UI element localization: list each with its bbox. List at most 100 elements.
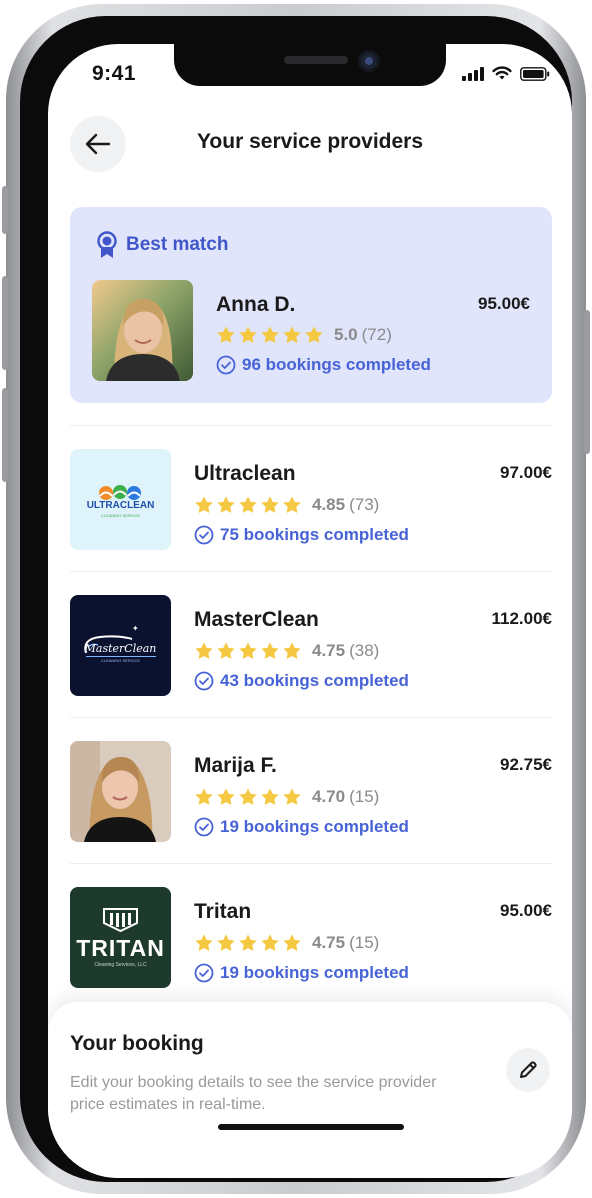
- provider-name: Tritan: [194, 900, 252, 923]
- star-icon: [305, 326, 323, 343]
- bookings-text: 96 bookings completed: [242, 355, 431, 374]
- rating-value: 4.75: [312, 641, 346, 660]
- best-match-card[interactable]: Best match Anna D. 95.00€ 5.0 (72) 96 bo…: [70, 207, 552, 403]
- phone-bezel: 9:41 Your service providers Best match A…: [20, 16, 572, 1182]
- best-match-label: Best match: [126, 234, 229, 255]
- provider-name: Ultraclean: [194, 462, 296, 485]
- provider-row-tritan[interactable]: TRITAN Cleaning Services, LLC Tritan 95.…: [70, 887, 552, 989]
- battery-icon: [520, 67, 550, 81]
- status-icons: [462, 66, 550, 81]
- star-icon: [239, 788, 257, 805]
- divider: [70, 717, 552, 718]
- front-camera: [358, 50, 380, 72]
- award-ribbon-icon: [97, 231, 117, 258]
- ultraclean-logo-subtext: CLEANING SERVICE: [100, 513, 141, 518]
- bookings-completed: 19 bookings completed: [194, 963, 409, 983]
- provider-name: Anna D.: [216, 293, 296, 316]
- check-circle-icon: [194, 963, 214, 983]
- check-circle-icon: [194, 671, 214, 691]
- pencil-icon: [520, 1061, 537, 1078]
- bookings-text: 43 bookings completed: [220, 671, 409, 690]
- star-icon: [261, 788, 279, 805]
- provider-rating: 5.0 (72): [216, 325, 392, 345]
- star-icon: [239, 642, 257, 659]
- check-circle-icon: [194, 525, 214, 545]
- status-time: 9:41: [92, 62, 137, 85]
- bookings-text: 19 bookings completed: [220, 817, 409, 836]
- bookings-completed: 19 bookings completed: [194, 817, 409, 837]
- star-icon: [217, 934, 235, 951]
- provider-price: 97.00€: [500, 463, 552, 482]
- tritan-logo-subtext: Cleaning Services, LLC: [94, 962, 147, 968]
- cellular-signal-icon: [462, 67, 484, 81]
- mute-switch: [2, 186, 8, 234]
- booking-sheet-title: Your booking: [70, 1032, 204, 1055]
- volume-down-button: [2, 388, 8, 482]
- volume-up-button: [2, 276, 8, 370]
- power-button: [584, 310, 590, 454]
- provider-rating: 4.75 (15): [194, 933, 379, 953]
- star-icon: [283, 326, 301, 343]
- screen: 9:41 Your service providers Best match A…: [48, 44, 572, 1178]
- bookings-completed: 43 bookings completed: [194, 671, 409, 691]
- check-circle-icon: [194, 817, 214, 837]
- bookings-completed: 75 bookings completed: [194, 525, 409, 545]
- star-icon: [283, 496, 301, 513]
- rating-count: (72): [361, 325, 392, 344]
- star-icon: [283, 934, 301, 951]
- divider: [70, 425, 552, 426]
- notch: [174, 44, 446, 86]
- star-icon: [195, 934, 213, 951]
- divider: [70, 571, 552, 572]
- check-circle-icon: [216, 355, 236, 375]
- rating-count: (73): [349, 495, 380, 514]
- star-icon: [261, 642, 279, 659]
- provider-rating: 4.70 (15): [194, 787, 379, 807]
- star-icon: [239, 496, 257, 513]
- star-icon: [217, 788, 235, 805]
- star-icon: [217, 496, 235, 513]
- bookings-text: 19 bookings completed: [220, 963, 409, 982]
- rating-count: (38): [349, 641, 380, 660]
- ultraclean-logo: ULTRACLEAN CLEANING SERVICE: [70, 449, 171, 550]
- provider-price: 112.00€: [491, 609, 552, 628]
- provider-row-marija[interactable]: Marija F. 92.75€ 4.70 (15) 19 bookings c…: [70, 741, 552, 843]
- star-icon: [217, 642, 235, 659]
- home-indicator[interactable]: [218, 1124, 404, 1130]
- star-icon: [261, 326, 279, 343]
- star-icon: [261, 934, 279, 951]
- provider-row-masterclean[interactable]: ✦ MasterClean CLEANING SERVICE MasterCle…: [70, 595, 552, 697]
- star-icon: [239, 934, 257, 951]
- booking-sheet-description: Edit your booking details to see the ser…: [70, 1074, 437, 1113]
- best-match-badge: Best match: [96, 231, 228, 259]
- star-icon: [283, 642, 301, 659]
- rating-count: (15): [349, 933, 380, 952]
- bookings-text: 75 bookings completed: [220, 525, 409, 544]
- svg-text:✦: ✦: [132, 624, 139, 633]
- page-title: Your service providers: [196, 130, 424, 153]
- masterclean-logo: ✦ MasterClean CLEANING SERVICE: [70, 595, 171, 696]
- provider-row-ultraclean[interactable]: ULTRACLEAN CLEANING SERVICE Ultraclean 9…: [70, 449, 552, 551]
- wifi-icon: [492, 66, 512, 80]
- star-icon: [195, 642, 213, 659]
- masterclean-logo-subtext: CLEANING SERVICE: [100, 658, 141, 663]
- rating-value: 4.70: [312, 787, 346, 806]
- phone-frame: 9:41 Your service providers Best match A…: [2, 4, 590, 1194]
- star-icon: [195, 788, 213, 805]
- rating-count: (15): [349, 787, 380, 806]
- rating-value: 4.75: [312, 933, 346, 952]
- ultraclean-logo-text: ULTRACLEAN: [86, 500, 155, 511]
- star-icon: [261, 496, 279, 513]
- provider-name: Marija F.: [194, 754, 277, 777]
- booking-bottom-sheet[interactable]: Your booking Edit your booking details t…: [48, 1002, 572, 1178]
- star-icon: [195, 496, 213, 513]
- speaker-grille: [284, 56, 348, 64]
- star-icon: [283, 788, 301, 805]
- provider-name: MasterClean: [194, 608, 319, 631]
- star-icon: [217, 326, 235, 343]
- provider-rating: 4.85 (73): [194, 495, 379, 515]
- provider-rating: 4.75 (38): [194, 641, 379, 661]
- edit-booking-button[interactable]: [506, 1048, 550, 1092]
- tritan-logo-text: TRITAN: [76, 935, 165, 961]
- header: Your service providers: [48, 116, 572, 174]
